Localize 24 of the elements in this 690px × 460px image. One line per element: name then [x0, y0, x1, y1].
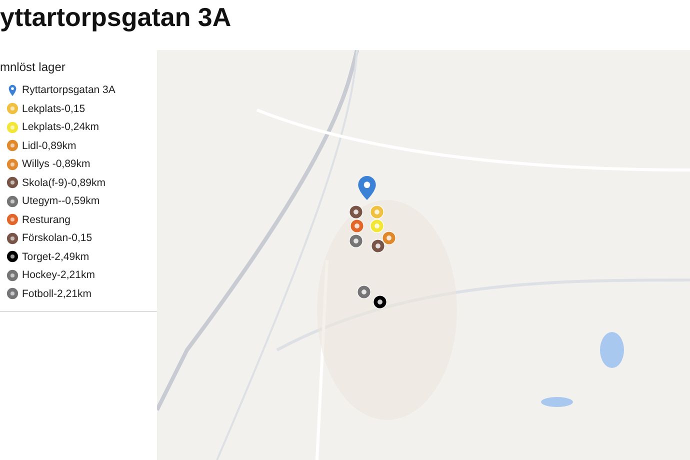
legend-item[interactable]: Willys -0,89km — [22, 158, 90, 170]
legend-item[interactable]: Resturang — [22, 214, 70, 226]
map-marker-icon[interactable] — [371, 239, 385, 253]
page-title: yttartorpsgatan 3A — [0, 1, 232, 34]
map-marker-icon[interactable] — [370, 205, 384, 219]
legend-item[interactable]: Torget-2,49km — [22, 250, 90, 263]
legend-item[interactable]: Skola(f-9)-0,89km — [22, 176, 106, 189]
map-marker-icon[interactable] — [357, 285, 371, 299]
map-marker-icon[interactable] — [370, 219, 384, 233]
legend-item[interactable]: Förskolan-0,15 — [22, 232, 92, 244]
legend-item[interactable]: Lekplats-0,15 — [22, 102, 86, 115]
legend-item[interactable]: Lidl-0,89km — [22, 140, 76, 152]
legend-item[interactable]: Utegym--0,59km — [22, 195, 100, 208]
legend-item[interactable]: Fotboll-2,21km — [22, 288, 92, 300]
legend-item[interactable]: Ryttartorpsgatan 3A — [22, 84, 116, 96]
layer-title: mnlöst lager — [0, 60, 66, 74]
map-marker-icon[interactable] — [373, 295, 387, 309]
legend-item[interactable]: Lekplats-0,24km — [22, 121, 100, 134]
map-marker-icon[interactable] — [350, 219, 364, 233]
legend-item[interactable]: Hockey-2,21km — [22, 269, 95, 282]
map-marker-icon[interactable] — [349, 234, 363, 248]
map-marker-icon[interactable] — [349, 205, 363, 219]
map-pin-icon[interactable] — [358, 176, 376, 200]
map-marker-icon[interactable] — [382, 231, 396, 245]
